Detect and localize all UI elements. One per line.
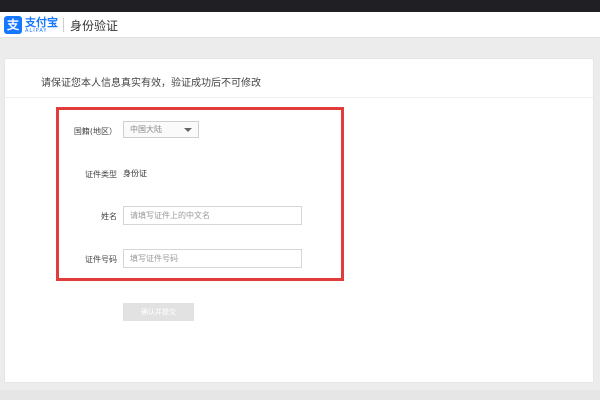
alipay-logo[interactable]: 支 支付宝 ALIPAY [4, 15, 58, 35]
bottom-strip [0, 390, 600, 400]
country-select[interactable]: 中国大陆 [123, 121, 199, 138]
notice-text: 请保证您本人信息真实有效，验证成功后不可修改 [41, 78, 261, 89]
country-label: 国籍(地区） [73, 127, 117, 136]
logo-en-text: ALIPAY [25, 27, 48, 34]
id-number-input[interactable] [123, 249, 302, 268]
alipay-logo-icon: 支 [4, 16, 22, 34]
id-type-label: 证件类型 [85, 170, 117, 179]
chevron-down-icon [184, 128, 192, 132]
page-header: 支 支付宝 ALIPAY 身份验证 [0, 12, 600, 38]
header-divider [63, 18, 64, 32]
country-selected-value: 中国大陆 [130, 125, 162, 134]
name-input[interactable] [123, 206, 302, 225]
notice-divider [5, 97, 593, 98]
browser-top-strip [0, 0, 600, 12]
id-number-label: 证件号码 [85, 255, 117, 264]
verification-card: 请保证您本人信息真实有效，验证成功后不可修改 国籍(地区） 中国大陆 证件类型 … [4, 58, 594, 383]
id-type-value: 身份证 [123, 169, 147, 178]
submit-button[interactable]: 确认并提交 [123, 303, 194, 321]
alipay-logo-text: 支付宝 ALIPAY [25, 17, 58, 34]
name-label: 姓名 [101, 212, 117, 221]
page-title: 身份验证 [70, 19, 119, 33]
logo-cn-text: 支付宝 [25, 15, 58, 29]
